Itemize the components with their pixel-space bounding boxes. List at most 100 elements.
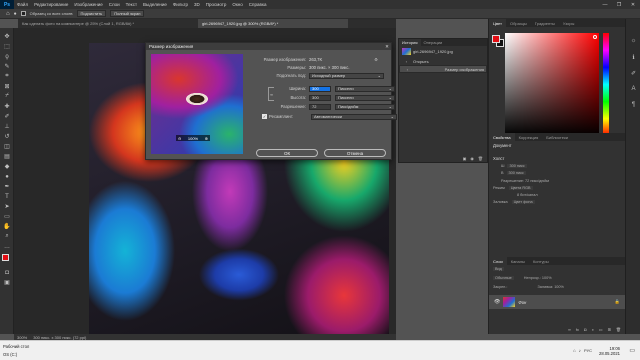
ok-button[interactable]: ОК [256, 149, 318, 157]
desktop-label[interactable]: Рабочий стол [3, 343, 29, 351]
canvas-width-value[interactable]: 300 пикс [507, 164, 527, 168]
tab-color[interactable]: Цвет [489, 19, 506, 27]
new-document-icon[interactable]: ▣ [463, 156, 467, 162]
pen-tool-icon[interactable]: ✒ [2, 182, 12, 191]
menu-layers[interactable]: Слои [106, 2, 123, 7]
zoom-out-icon[interactable]: ⊖ [178, 136, 181, 141]
tab-gradients[interactable]: Градиенты [531, 19, 559, 27]
trash-icon[interactable]: 🗑 [616, 327, 621, 332]
history-item-selected[interactable]: ▫ Размер изображения [399, 65, 487, 73]
width-input[interactable]: 300 [309, 85, 331, 92]
quick-mask-icon[interactable]: ◘ [2, 268, 12, 277]
tab-actions[interactable]: Операции [421, 40, 446, 45]
foreground-color-swatch[interactable] [492, 35, 500, 43]
info-icon[interactable]: ℹ [629, 53, 638, 61]
history-snapshot[interactable]: girl-2696947_1920.jpg [399, 46, 487, 57]
maximize-button[interactable]: ❐ [612, 0, 626, 9]
menu-image[interactable]: Изображение [71, 2, 105, 7]
quick-select-tool-icon[interactable]: ✎ [2, 62, 12, 71]
tab-document-2[interactable]: girl-2696947_1920.jpg @ 300% (RGB/8*) * [198, 19, 348, 28]
trash-icon[interactable]: 🗑 [478, 156, 483, 162]
rectangle-tool-icon[interactable]: ▭ [2, 212, 12, 221]
dialog-title-bar[interactable]: Размер изображения ✕ [146, 43, 391, 50]
fill-field[interactable]: Заливка: 100% [537, 285, 563, 289]
brush-settings-icon[interactable]: ✐ [629, 69, 638, 77]
path-select-tool-icon[interactable]: ➤ [2, 202, 12, 211]
tab-swatches[interactable]: Образцы [506, 19, 531, 27]
tab-patterns[interactable]: Узоры [559, 19, 578, 27]
history-brush-tool-icon[interactable]: ↺ [2, 132, 12, 141]
layer-row[interactable]: 👁 Фон 🔒 [489, 295, 626, 309]
tab-document-1[interactable]: Как сделать фото на компьютере @ 25% (Сл… [18, 19, 198, 28]
marquee-tool-icon[interactable]: ⬚ [2, 42, 12, 51]
foreground-color-swatch[interactable] [2, 254, 9, 261]
taskbar-clock[interactable]: 19:06 28.05.2021 [599, 346, 620, 356]
eye-icon[interactable]: 👁 [494, 299, 500, 305]
type-tool-icon[interactable]: T [2, 192, 12, 201]
tab-paths[interactable]: Контуры [529, 257, 553, 265]
dodge-tool-icon[interactable]: ● [2, 172, 12, 181]
fx-icon[interactable]: fx [576, 327, 579, 332]
tab-layers[interactable]: Слои [489, 257, 507, 265]
canvas-height-value[interactable]: 300 пикс [506, 171, 526, 175]
new-layer-icon[interactable]: ⊞ [608, 327, 611, 332]
tool-preset-icon[interactable]: ● [14, 11, 17, 17]
bits-select[interactable]: 8 бит/канал [489, 193, 625, 197]
learn-icon[interactable]: ☼ [629, 37, 638, 45]
menu-edit[interactable]: Редактирование [31, 2, 71, 7]
hand-tool-icon[interactable]: ✋ [2, 222, 12, 231]
preview-zoom-control[interactable]: ⊖ 100% ⊕ [176, 135, 210, 141]
menu-view[interactable]: Просмотр [203, 2, 230, 7]
opacity-field[interactable]: Непрозр.: 100% [524, 276, 552, 280]
blend-mode-select[interactable]: Обычные [493, 276, 514, 280]
character-icon[interactable]: A [629, 85, 638, 93]
minimize-button[interactable]: — [598, 0, 612, 9]
volume-icon[interactable]: ♪ [579, 348, 581, 353]
tab-adjustments[interactable]: Коррекция [515, 133, 543, 141]
lasso-tool-icon[interactable]: ϙ [2, 52, 12, 61]
screen-mode-icon[interactable]: ▣ [2, 278, 12, 287]
menu-select[interactable]: Выделение [140, 2, 170, 7]
drive-label[interactable]: OS (C:) [3, 351, 29, 359]
gear-icon[interactable]: ⚙ [374, 57, 378, 62]
height-unit-select[interactable]: Пиксели ⌄ [335, 94, 395, 101]
scrub-button[interactable]: Подчистить [76, 10, 107, 17]
tab-properties[interactable]: Свойства [489, 133, 515, 141]
resolution-unit-select[interactable]: Пикс/дюйм ⌄ [335, 103, 395, 110]
tab-channels[interactable]: Каналы [507, 257, 529, 265]
move-tool-icon[interactable]: ✥ [2, 32, 12, 41]
fill-select[interactable]: Цвет фона [511, 200, 535, 204]
width-unit-select[interactable]: Пиксели ⌄ [335, 85, 395, 92]
menu-file[interactable]: Файл [14, 2, 31, 7]
fullscreen-button[interactable]: Полный экран [110, 10, 145, 17]
notification-icon[interactable]: ▭ [629, 347, 635, 354]
menu-window[interactable]: Окно [229, 2, 245, 7]
height-input[interactable]: 300 [309, 94, 331, 101]
paragraph-icon[interactable]: ¶ [629, 101, 638, 109]
zoom-level[interactable]: 300% [17, 335, 27, 340]
zoom-tool-icon[interactable]: ⌕ [2, 232, 12, 241]
eraser-tool-icon[interactable]: ◫ [2, 142, 12, 151]
brush-tool-icon[interactable]: ✐ [2, 112, 12, 121]
close-window-button[interactable]: ✕ [626, 0, 640, 9]
clone-stamp-tool-icon[interactable]: ⊥ [2, 122, 12, 131]
link-layers-icon[interactable]: ∞ [568, 327, 571, 332]
camera-icon[interactable]: ◉ [470, 156, 474, 162]
tab-libraries[interactable]: Библиотеки [542, 133, 572, 141]
dialog-close-icon[interactable]: ✕ [383, 44, 391, 50]
folder-icon[interactable]: ▭ [599, 327, 603, 332]
layer-kind-select[interactable]: Вид [493, 267, 504, 271]
home-icon[interactable]: ⌂ [6, 11, 10, 17]
tab-history[interactable]: История [399, 39, 421, 46]
history-item[interactable]: ▫ Открыть [399, 57, 487, 65]
menu-type[interactable]: Текст [123, 2, 140, 7]
blur-tool-icon[interactable]: ◆ [2, 162, 12, 171]
mask-icon[interactable]: ◘ [584, 327, 586, 332]
network-icon[interactable]: ⌂ [573, 348, 576, 353]
lock-icon[interactable]: 🔒 [615, 299, 620, 305]
mode-select[interactable]: Цвета RGB [508, 186, 533, 190]
frame-tool-icon[interactable]: ⊠ [2, 82, 12, 91]
more-tools-icon[interactable]: … [2, 242, 12, 251]
cancel-button[interactable]: Отмена [324, 149, 386, 157]
color-field[interactable] [505, 33, 599, 136]
